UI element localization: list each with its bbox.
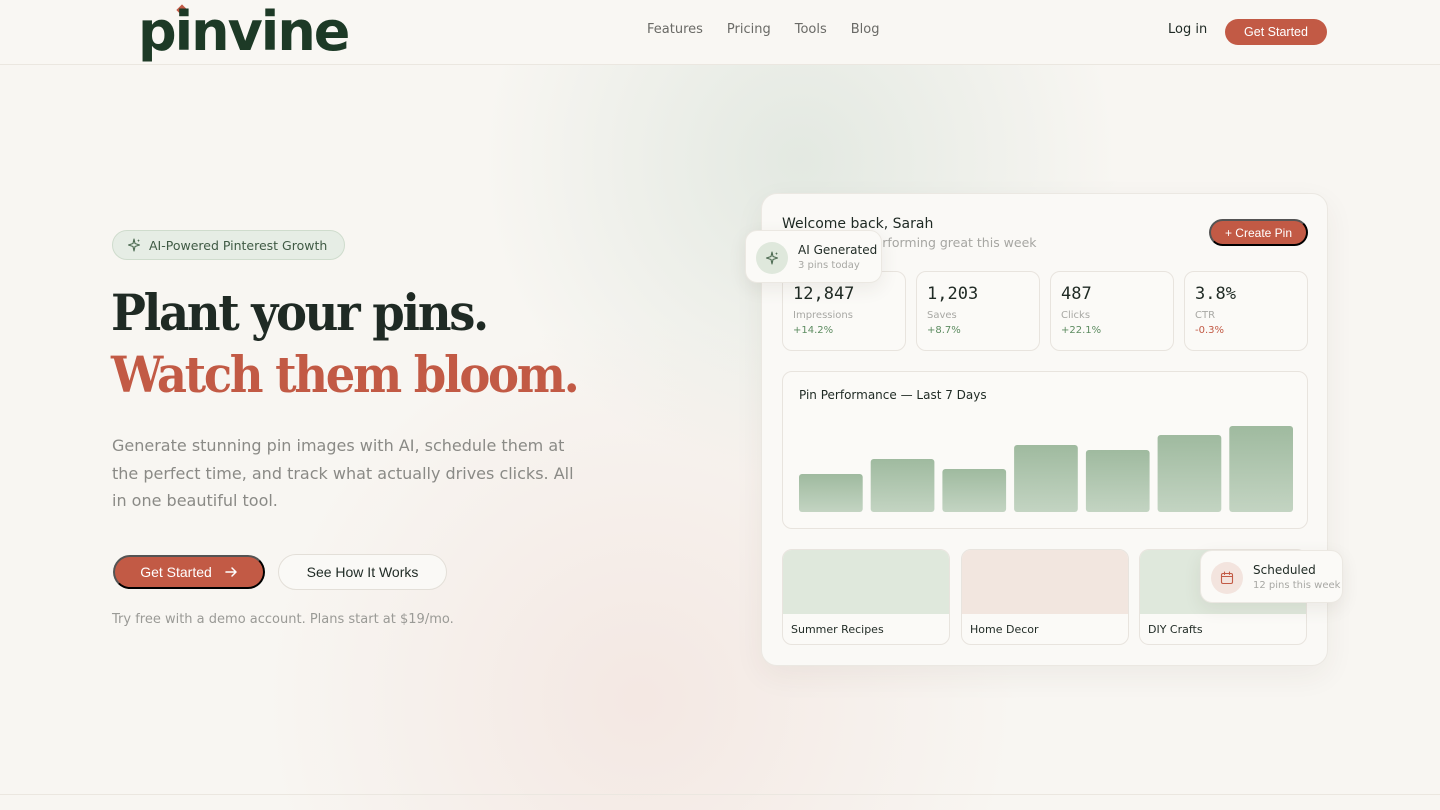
headline-primary: Plant your pins. — [111, 283, 489, 342]
chart-bar-2 — [870, 459, 935, 512]
arrow-right-icon — [225, 567, 237, 577]
top-nav: pinvine Features Pricing Tools Blog Log … — [0, 0, 1440, 65]
hero-badge: AI-Powered Pinterest Growth — [112, 230, 345, 260]
nav-link-features[interactable]: Features — [647, 22, 703, 37]
stat-value: 1,203 — [927, 284, 979, 304]
scheduled-title: Scheduled — [1253, 563, 1316, 577]
stat-card-saves: 1,203 Saves +8.7% — [916, 271, 1040, 351]
nav-link-blog[interactable]: Blog — [851, 22, 880, 37]
stat-label: Saves — [927, 310, 957, 321]
board-label: Summer Recipes — [791, 623, 884, 636]
chart-bar-4 — [1014, 445, 1078, 512]
nav-link-tools[interactable]: Tools — [795, 22, 827, 37]
hero-badge-label: AI-Powered Pinterest Growth — [149, 237, 328, 253]
stat-card-clicks: 487 Clicks +22.1% — [1050, 271, 1174, 351]
ai-generated-title: AI Generated — [798, 243, 878, 257]
board-tile-home-decor[interactable]: Home Decor — [961, 549, 1129, 645]
calendar-icon — [1211, 562, 1243, 594]
stat-change: -0.3% — [1195, 325, 1225, 336]
scheduled-badge: Scheduled 12 pins this week — [1200, 550, 1343, 603]
chart-bar-7 — [1229, 426, 1293, 512]
see-how-it-works-button[interactable]: See How It Works — [278, 554, 447, 590]
stat-value: 487 — [1061, 284, 1092, 304]
pricing-note: Try free with a demo account. Plans star… — [112, 612, 454, 627]
stat-label: Clicks — [1061, 310, 1091, 321]
ai-generated-subtitle: 3 pins today — [798, 260, 860, 271]
pin-performance-chart: Pin Performance — Last 7 Days — [782, 371, 1308, 529]
stat-value: 12,847 — [793, 284, 855, 304]
logo[interactable]: pinvine — [138, 0, 350, 64]
stat-card-ctr: 3.8% CTR -0.3% — [1184, 271, 1308, 351]
chart-bar-1 — [799, 474, 863, 512]
hero-get-started-button[interactable]: Get Started — [113, 555, 265, 589]
stat-change: +8.7% — [927, 325, 961, 336]
login-link[interactable]: Log in — [1168, 22, 1207, 37]
board-thumbnail — [962, 550, 1128, 614]
stat-change: +14.2% — [793, 325, 834, 336]
section-divider — [0, 794, 1440, 795]
stat-label: CTR — [1195, 310, 1216, 321]
nav-links: Features Pricing Tools Blog — [647, 22, 880, 37]
stat-value: 3.8% — [1195, 284, 1236, 304]
board-label: DIY Crafts — [1148, 623, 1203, 636]
hero-get-started-label: Get Started — [140, 564, 212, 580]
chart-bar-3 — [942, 469, 1007, 512]
chart-bar-6 — [1157, 435, 1222, 512]
nav-get-started-button[interactable]: Get Started — [1225, 19, 1327, 45]
board-thumbnail — [783, 550, 949, 614]
sparkle-icon — [756, 242, 788, 274]
headline-accent: Watch them bloom. — [111, 345, 580, 404]
ai-generated-badge: AI Generated 3 pins today — [745, 230, 882, 283]
bar-chart — [799, 426, 1293, 512]
stat-change: +22.1% — [1061, 325, 1102, 336]
scheduled-subtitle: 12 pins this week — [1253, 580, 1341, 591]
board-label: Home Decor — [970, 623, 1039, 636]
stat-card-impressions: 12,847 Impressions +14.2% — [782, 271, 906, 351]
chart-bar-5 — [1085, 450, 1150, 512]
create-pin-button[interactable]: + Create Pin — [1209, 219, 1308, 246]
board-tile-summer-recipes[interactable]: Summer Recipes — [782, 549, 950, 645]
sparkle-icon — [127, 238, 141, 252]
nav-link-pricing[interactable]: Pricing — [727, 22, 771, 37]
hero-description: Generate stunning pin images with AI, sc… — [112, 436, 574, 510]
stat-label: Impressions — [793, 310, 853, 321]
